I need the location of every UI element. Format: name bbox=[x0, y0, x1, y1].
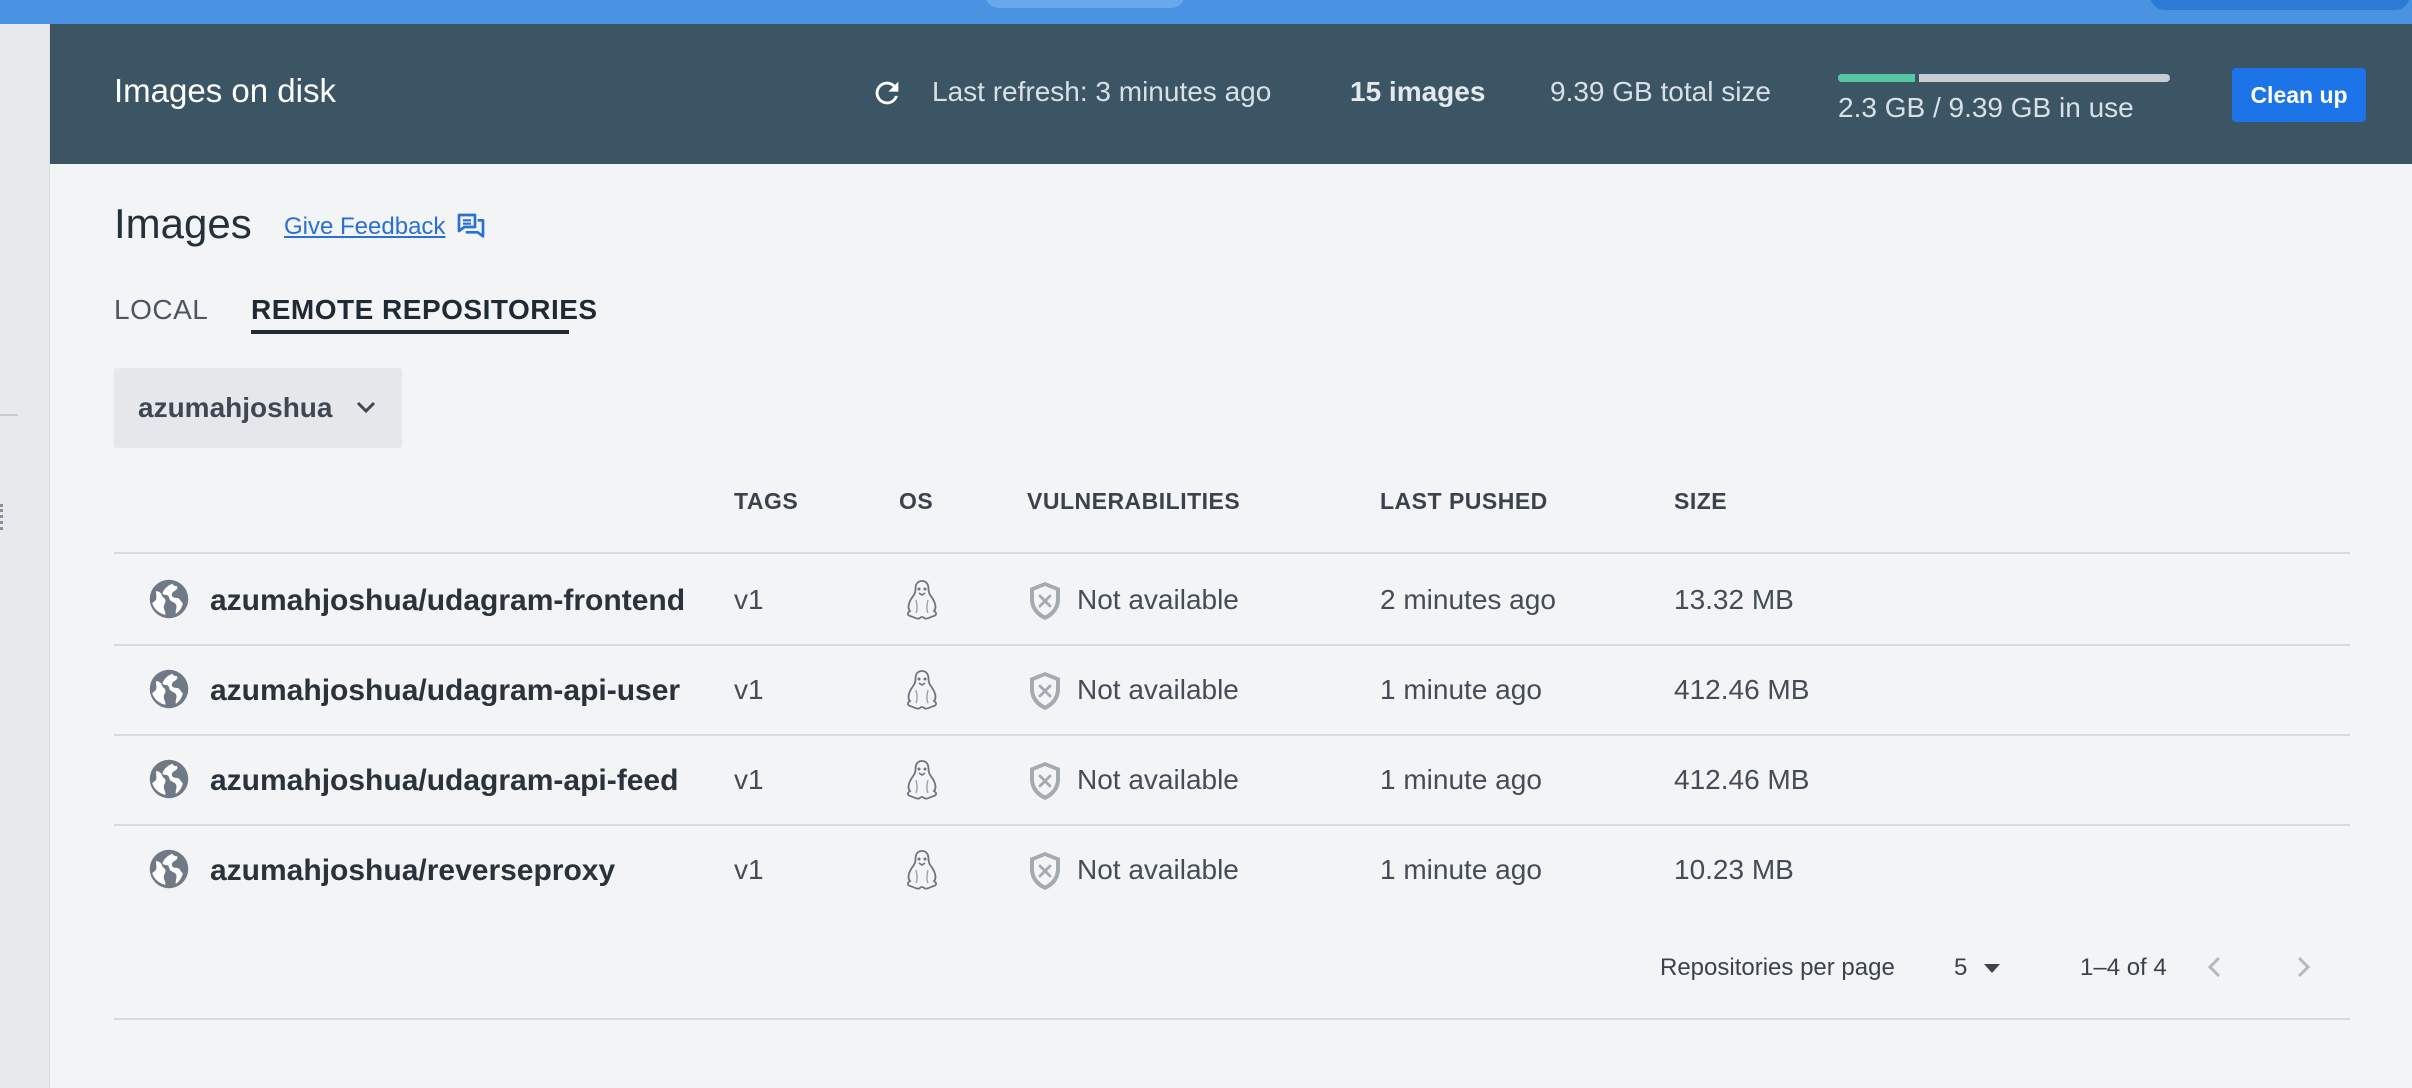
column-header-size[interactable]: SIZE bbox=[1674, 488, 1727, 515]
globe-icon bbox=[148, 578, 190, 620]
feedback-chat-icon[interactable] bbox=[454, 211, 488, 243]
namespace-selector-value: azumahjoshua bbox=[138, 392, 333, 423]
chevron-right-icon[interactable] bbox=[2288, 950, 2318, 984]
page-title: Images bbox=[114, 200, 252, 247]
last-pushed: 1 minute ago bbox=[1380, 674, 1542, 705]
column-header-vulnerabilities[interactable]: VULNERABILITIES bbox=[1027, 488, 1240, 515]
disk-usage-bar bbox=[1838, 74, 2170, 82]
vulnerabilities-status: Not available bbox=[1077, 674, 1239, 705]
pagination-range: 1–4 of 4 bbox=[2080, 954, 2167, 981]
image-size: 412.46 MB bbox=[1674, 674, 1810, 705]
last-pushed: 1 minute ago bbox=[1380, 764, 1542, 795]
table-row[interactable]: azumahjoshua/udagram-api-user v1 Not avail… bbox=[114, 644, 2350, 734]
left-sidebar-rail bbox=[0, 24, 50, 1088]
table-footer-divider bbox=[114, 1018, 2350, 1020]
vulnerabilities-status: Not available bbox=[1077, 854, 1239, 885]
globe-icon bbox=[148, 758, 190, 800]
table-row[interactable]: azumahjoshua/udagram-frontend v1 Not avail… bbox=[114, 554, 2350, 644]
repository-tag: v1 bbox=[734, 764, 764, 795]
shield-x-icon bbox=[1026, 760, 1064, 802]
refresh-icon[interactable] bbox=[870, 76, 904, 110]
total-size: 9.39 GB total size bbox=[1550, 76, 1772, 107]
globe-icon bbox=[148, 668, 190, 710]
chevron-down-icon bbox=[356, 401, 376, 414]
vulnerabilities-status: Not available bbox=[1077, 584, 1239, 615]
image-count: 15 images bbox=[1350, 76, 1486, 107]
top-bar-search-pill[interactable] bbox=[985, 0, 1185, 8]
shield-x-icon bbox=[1026, 670, 1064, 712]
shield-x-icon bbox=[1026, 580, 1064, 622]
image-size: 13.32 MB bbox=[1674, 584, 1794, 615]
rows-per-page-select[interactable]: 5 bbox=[1950, 950, 2010, 986]
last-refresh-text: Last refresh: 3 minutes ago bbox=[932, 76, 1272, 107]
last-pushed: 1 minute ago bbox=[1380, 854, 1542, 885]
tab-local[interactable]: LOCAL bbox=[114, 294, 208, 326]
last-pushed: 2 minutes ago bbox=[1380, 584, 1556, 615]
image-size: 412.46 MB bbox=[1674, 764, 1810, 795]
rows-per-page-label: Repositories per page bbox=[1660, 954, 1895, 981]
repository-tag: v1 bbox=[734, 584, 764, 615]
top-bar-account-pill[interactable] bbox=[2150, 0, 2410, 10]
repository-name[interactable]: azumahjoshua/udagram-frontend bbox=[210, 584, 685, 618]
shield-x-icon bbox=[1026, 850, 1064, 892]
caret-down-icon bbox=[1984, 964, 2000, 973]
sidebar-divider bbox=[0, 414, 18, 416]
table-row[interactable]: azumahjoshua/reverseproxy v1 Not available… bbox=[114, 824, 2350, 914]
linux-icon bbox=[902, 578, 942, 622]
image-size: 10.23 MB bbox=[1674, 854, 1794, 885]
clean-up-button[interactable]: Clean up bbox=[2232, 68, 2366, 122]
top-app-bar bbox=[0, 0, 2412, 24]
table-row[interactable]: azumahjoshua/udagram-api-feed v1 Not avail… bbox=[114, 734, 2350, 824]
give-feedback-link[interactable]: Give Feedback bbox=[284, 213, 445, 241]
disk-usage-text: 2.3 GB / 9.39 GB in use bbox=[1838, 92, 2134, 123]
repository-name[interactable]: azumahjoshua/udagram-api-user bbox=[210, 674, 680, 708]
active-tab-indicator bbox=[251, 330, 569, 334]
tab-remote-repositories[interactable]: REMOTE REPOSITORIES bbox=[251, 294, 598, 326]
vulnerabilities-status: Not available bbox=[1077, 764, 1239, 795]
column-header-tags[interactable]: TAGS bbox=[734, 488, 798, 515]
globe-icon bbox=[148, 848, 190, 890]
repository-name[interactable]: azumahjoshua/udagram-api-feed bbox=[210, 764, 678, 798]
disk-usage-fill bbox=[1838, 74, 1920, 82]
linux-icon bbox=[902, 848, 942, 892]
repository-tag: v1 bbox=[734, 674, 764, 705]
rows-per-page-value: 5 bbox=[1954, 954, 1968, 981]
header-title: Images on disk bbox=[114, 72, 336, 109]
sidebar-more-handle[interactable] bbox=[0, 504, 4, 530]
disk-usage-header: Images on disk Last refresh: 3 minutes a… bbox=[50, 24, 2412, 164]
namespace-selector[interactable]: azumahjoshua bbox=[114, 368, 402, 448]
column-header-os[interactable]: OS bbox=[899, 488, 933, 515]
linux-icon bbox=[902, 668, 942, 712]
column-header-last-pushed[interactable]: LAST PUSHED bbox=[1380, 488, 1548, 515]
chevron-left-icon[interactable] bbox=[2200, 950, 2230, 984]
repository-name[interactable]: azumahjoshua/reverseproxy bbox=[210, 854, 615, 888]
repository-tag: v1 bbox=[734, 854, 764, 885]
linux-icon bbox=[902, 758, 942, 802]
